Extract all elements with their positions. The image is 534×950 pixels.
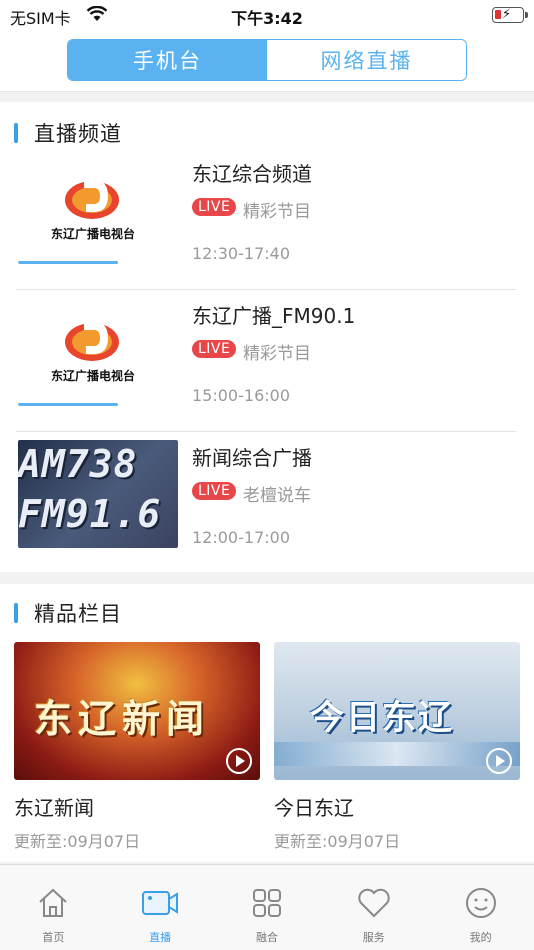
smiley-icon: [465, 888, 496, 918]
program-time: 12:30-17:40: [192, 244, 290, 263]
heart-icon: [358, 888, 390, 918]
channel-name: 东辽综合频道: [192, 162, 312, 186]
thumbnail-text: AM738: [18, 442, 138, 486]
cover-text: 今日东辽: [310, 698, 454, 738]
segmented-control: 手机台 网络直播: [67, 39, 467, 81]
tab-label: 融合: [255, 931, 278, 944]
grid-icon: [252, 889, 281, 917]
play-icon: [226, 748, 252, 774]
battery-icon: ⚡: [492, 7, 528, 23]
home-icon: [39, 888, 68, 917]
cover-text: 东辽新闻: [34, 697, 211, 741]
program-cover: 东辽新闻: [14, 642, 260, 780]
tab-live[interactable]: 直播: [107, 865, 214, 950]
channel-thumbnail: 东辽广播电视台: [18, 298, 178, 406]
live-badge: LIVE: [192, 482, 237, 500]
progress-underline: [18, 403, 118, 406]
program-title: 今日东辽: [274, 796, 354, 820]
channel-name: 新闻综合广播: [192, 446, 312, 470]
video-camera-icon: [142, 891, 179, 915]
tab-label: 服务: [362, 931, 385, 944]
program-name: 精彩节目: [243, 344, 311, 364]
tab-label: 首页: [42, 931, 65, 944]
tab-home[interactable]: 首页: [0, 865, 107, 950]
program-card[interactable]: 今日东辽 今日东辽 更新至:09月07日: [274, 642, 520, 852]
bottom-tab-bar: 首页 直播 融合 服务 我的: [0, 864, 534, 950]
program-name: 老檀说车: [243, 486, 311, 506]
channel-item[interactable]: 东辽广播电视台 东辽广播_FM90.1 LIVE 精彩节目 15:00-16:0…: [16, 290, 516, 432]
channel-item[interactable]: AM738 FM91.6 新闻综合广播 LIVE 老檀说车 12:00-17:0…: [16, 432, 516, 574]
tab-label: 我的: [469, 931, 492, 944]
program-card[interactable]: 东辽新闻 东辽新闻 更新至:09月07日: [14, 642, 260, 852]
progress-underline: [18, 261, 118, 264]
station-logo-icon: [65, 180, 119, 219]
tab-network-live[interactable]: 网络直播: [267, 40, 466, 80]
header: 手机台 网络直播: [0, 30, 534, 92]
section-title-featured: 精品栏目: [14, 598, 122, 628]
program-name: 精彩节目: [243, 202, 311, 222]
featured-programs-section: 精品栏目 东辽新闻 东辽新闻 更新至:09月07日 今日东辽 今日东辽 更新至:…: [0, 584, 534, 862]
tab-mobile-station[interactable]: 手机台: [68, 40, 267, 80]
station-logo-icon: [65, 322, 119, 361]
section-title-live: 直播频道: [14, 118, 122, 148]
channel-name: 东辽广播_FM90.1: [192, 304, 356, 328]
program-title: 东辽新闻: [14, 796, 94, 820]
status-bar: 无SIM卡 下午3:42 ⚡: [0, 0, 534, 30]
tab-label: 直播: [149, 931, 172, 944]
play-icon: [486, 748, 512, 774]
program-updated: 更新至:09月07日: [274, 832, 401, 851]
program-time: 15:00-16:00: [192, 386, 290, 405]
tab-fusion[interactable]: 融合: [214, 865, 321, 950]
channel-thumbnail: 东辽广播电视台: [18, 156, 178, 264]
program-time: 12:00-17:00: [192, 528, 290, 547]
status-time: 下午3:42: [231, 9, 303, 28]
logo-text: 东辽广播电视台: [50, 369, 135, 383]
logo-text: 东辽广播电视台: [50, 227, 135, 241]
live-badge: LIVE: [192, 340, 237, 358]
channel-thumbnail: AM738 FM91.6: [18, 440, 178, 548]
live-channels-section: 直播频道 东辽广播电视台 东辽综合频道 LIVE 精彩节目 12:30-17:4…: [0, 102, 534, 572]
channel-item[interactable]: 东辽广播电视台 东辽综合频道 LIVE 精彩节目 12:30-17:40: [16, 148, 516, 290]
thumbnail-text: FM91.6: [18, 492, 162, 536]
live-badge: LIVE: [192, 198, 237, 216]
program-updated: 更新至:09月07日: [14, 832, 141, 851]
tab-service[interactable]: 服务: [320, 865, 427, 950]
tab-mine[interactable]: 我的: [427, 865, 534, 950]
program-cover: 今日东辽: [274, 642, 520, 780]
